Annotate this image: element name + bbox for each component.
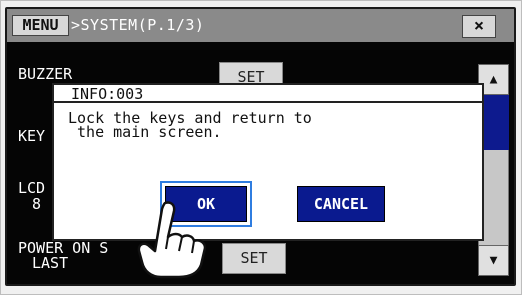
dialog-title: INFO:003 [71,85,144,103]
dialog-message-line-2: the main screen. [68,123,222,141]
lcd-value: 8 [32,195,42,213]
info-dialog: INFO:003 Lock the keys and return to the… [52,83,484,241]
dialog-message: Lock the keys and return to the main scr… [68,111,468,141]
close-icon: × [473,16,485,36]
dialog-header: INFO:003 [54,85,482,103]
cancel-button[interactable]: CANCEL [297,186,385,222]
title-bar: MENU >SYSTEM(P.1/3) × [7,9,514,42]
key-label: KEY [18,127,46,145]
lcd-screen: MENU >SYSTEM(P.1/3) × BUZZER SET KEY LCD… [5,7,516,286]
menu-button[interactable]: MENU [12,15,69,36]
device-bezel: MENU >SYSTEM(P.1/3) × BUZZER SET KEY LCD… [0,0,522,295]
breadcrumb: >SYSTEM(P.1/3) [71,16,205,34]
buzzer-label: BUZZER [18,65,73,83]
triangle-down-icon: ▼ [489,253,498,268]
power-on-value: LAST [32,254,69,272]
scroll-down-button[interactable]: ▼ [478,245,509,276]
triangle-up-icon: ▲ [489,72,498,87]
pointing-hand-icon [137,201,207,279]
lcd-label: LCD [18,179,46,197]
power-on-set-button[interactable]: SET [222,243,286,274]
close-button[interactable]: × [462,15,496,38]
